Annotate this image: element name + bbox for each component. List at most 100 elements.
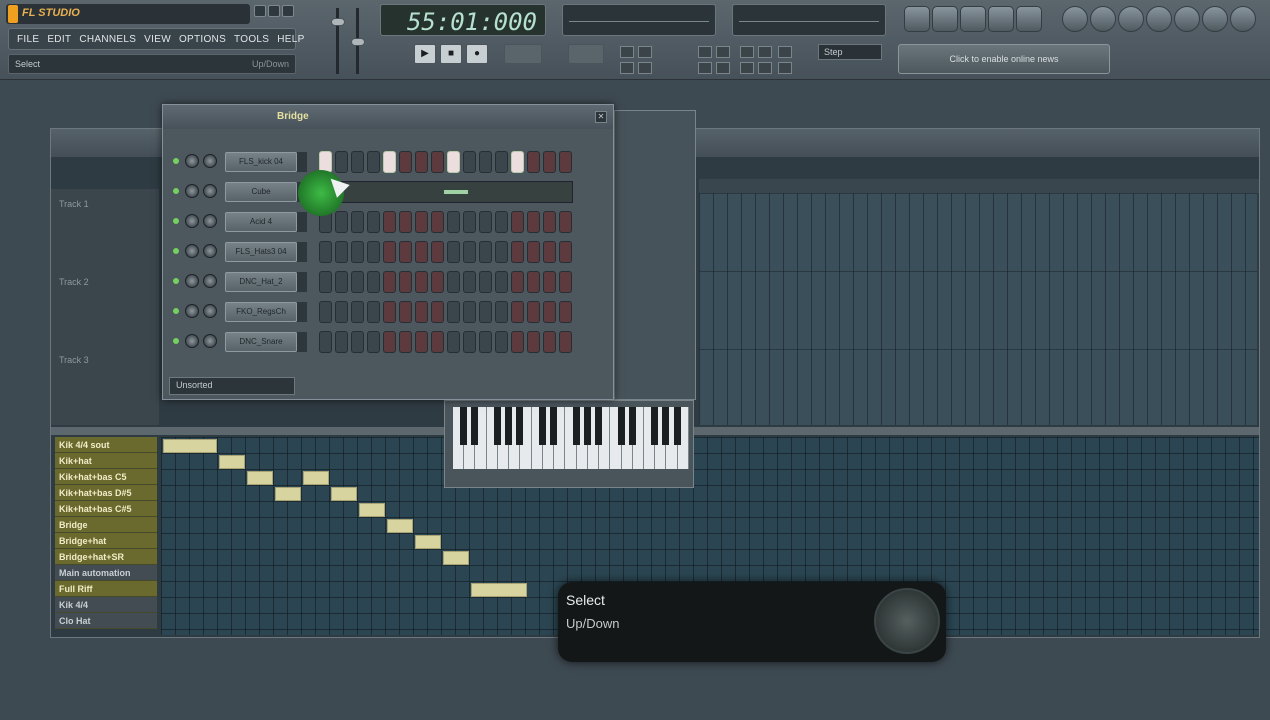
volume-knob[interactable] <box>203 214 217 228</box>
channel-name-button[interactable]: FLS_kick 04 <box>225 152 297 172</box>
browser-icon[interactable] <box>988 6 1014 32</box>
redo-icon[interactable] <box>758 62 772 74</box>
pattern-mode-icon[interactable] <box>778 62 792 74</box>
step-button[interactable] <box>335 211 348 233</box>
step-button[interactable] <box>479 271 492 293</box>
step-button[interactable] <box>351 271 364 293</box>
step-button[interactable] <box>415 301 428 323</box>
step-button[interactable] <box>367 241 380 263</box>
step-button[interactable] <box>511 211 524 233</box>
step-sequencer-titlebar[interactable]: Bridge ✕ <box>163 105 613 129</box>
step-button[interactable] <box>495 211 508 233</box>
channel-name-button[interactable]: DNC_Snare <box>225 332 297 352</box>
close-icon[interactable]: ✕ <box>595 111 607 123</box>
pattern-block[interactable] <box>163 439 217 453</box>
song-mode-icon[interactable] <box>778 46 792 58</box>
step-button[interactable] <box>479 241 492 263</box>
pattern-item[interactable]: Kik+hat+bas D#5 <box>55 485 157 501</box>
step-button[interactable] <box>399 271 412 293</box>
playlist-time-ruler[interactable] <box>699 179 1259 193</box>
pattern-block[interactable] <box>443 551 469 565</box>
pattern-block[interactable] <box>471 583 527 597</box>
pattern-item[interactable]: Kik 4/4 <box>55 597 157 613</box>
black-key[interactable] <box>516 407 524 445</box>
pattern-selector[interactable]: Bridge <box>277 111 309 122</box>
step-button[interactable] <box>511 241 524 263</box>
volume-knob[interactable] <box>203 334 217 348</box>
song-position-display[interactable]: 55:01:000 <box>380 4 546 36</box>
step-button[interactable] <box>399 211 412 233</box>
master-volume-handle[interactable] <box>331 18 345 26</box>
step-button[interactable] <box>511 331 524 353</box>
step-button[interactable] <box>447 151 460 173</box>
pattern-item[interactable]: Kik+hat <box>55 453 157 469</box>
white-key[interactable] <box>486 407 501 469</box>
tempo-display[interactable] <box>568 44 604 64</box>
pan-knob[interactable] <box>185 244 199 258</box>
pattern-item[interactable]: Bridge+hat <box>55 533 157 549</box>
step-button[interactable] <box>319 271 332 293</box>
pan-knob[interactable] <box>185 214 199 228</box>
black-key[interactable] <box>572 407 580 445</box>
export-icon[interactable] <box>1146 6 1172 32</box>
step-button[interactable] <box>447 301 460 323</box>
minimize-icon[interactable] <box>254 5 266 17</box>
channel-select[interactable] <box>297 212 307 232</box>
mute-led-icon[interactable] <box>173 248 179 254</box>
pan-knob[interactable] <box>185 304 199 318</box>
step-button[interactable] <box>367 331 380 353</box>
pattern-block[interactable] <box>387 519 413 533</box>
pan-knob[interactable] <box>185 274 199 288</box>
black-key[interactable] <box>550 407 558 445</box>
step-button[interactable] <box>415 271 428 293</box>
play-button[interactable]: ▶ <box>414 44 436 64</box>
step-button[interactable] <box>319 331 332 353</box>
piano-keys[interactable] <box>453 407 689 469</box>
step-button[interactable] <box>463 241 476 263</box>
step-button[interactable] <box>527 271 540 293</box>
step-button[interactable] <box>479 331 492 353</box>
step-button[interactable] <box>351 211 364 233</box>
record-type-icon[interactable] <box>758 46 772 58</box>
step-button[interactable] <box>335 271 348 293</box>
step-button[interactable] <box>367 211 380 233</box>
step-button[interactable] <box>431 271 444 293</box>
channel-name-button[interactable]: Cube <box>225 182 297 202</box>
step-button[interactable] <box>351 301 364 323</box>
step-button[interactable] <box>511 151 524 173</box>
step-edit-icon[interactable] <box>716 46 730 58</box>
step-button[interactable] <box>479 211 492 233</box>
black-key[interactable] <box>662 407 670 445</box>
white-key[interactable] <box>565 407 580 469</box>
countdown-icon[interactable] <box>638 62 652 74</box>
step-button[interactable] <box>431 331 444 353</box>
step-button[interactable] <box>399 151 412 173</box>
track-label[interactable]: Track 2 <box>59 267 159 345</box>
pattern-item[interactable]: Clo Hat <box>55 613 157 629</box>
step-button[interactable] <box>543 241 556 263</box>
pattern-block[interactable] <box>219 455 245 469</box>
mute-led-icon[interactable] <box>173 278 179 284</box>
black-key[interactable] <box>651 407 659 445</box>
maximize-icon[interactable] <box>268 5 280 17</box>
step-button[interactable] <box>335 331 348 353</box>
black-key[interactable] <box>595 407 603 445</box>
step-button[interactable] <box>415 151 428 173</box>
step-button[interactable] <box>447 241 460 263</box>
record-button[interactable]: ● <box>466 44 488 64</box>
white-key[interactable] <box>610 407 625 469</box>
snap-dropdown[interactable]: Step <box>818 44 882 60</box>
playlist-grid[interactable] <box>699 193 1257 425</box>
menu-file[interactable]: FILE <box>17 34 39 45</box>
typing-kbd-icon[interactable] <box>716 62 730 74</box>
step-button[interactable] <box>335 151 348 173</box>
black-key[interactable] <box>460 407 468 445</box>
step-button[interactable] <box>415 241 428 263</box>
step-button[interactable] <box>335 301 348 323</box>
pattern-item[interactable]: Kik 4/4 sout <box>55 437 157 453</box>
step-button[interactable] <box>383 301 396 323</box>
pattern-block[interactable] <box>247 471 273 485</box>
step-button[interactable] <box>367 151 380 173</box>
pattern-song-switch[interactable] <box>504 44 542 64</box>
step-button[interactable] <box>431 301 444 323</box>
